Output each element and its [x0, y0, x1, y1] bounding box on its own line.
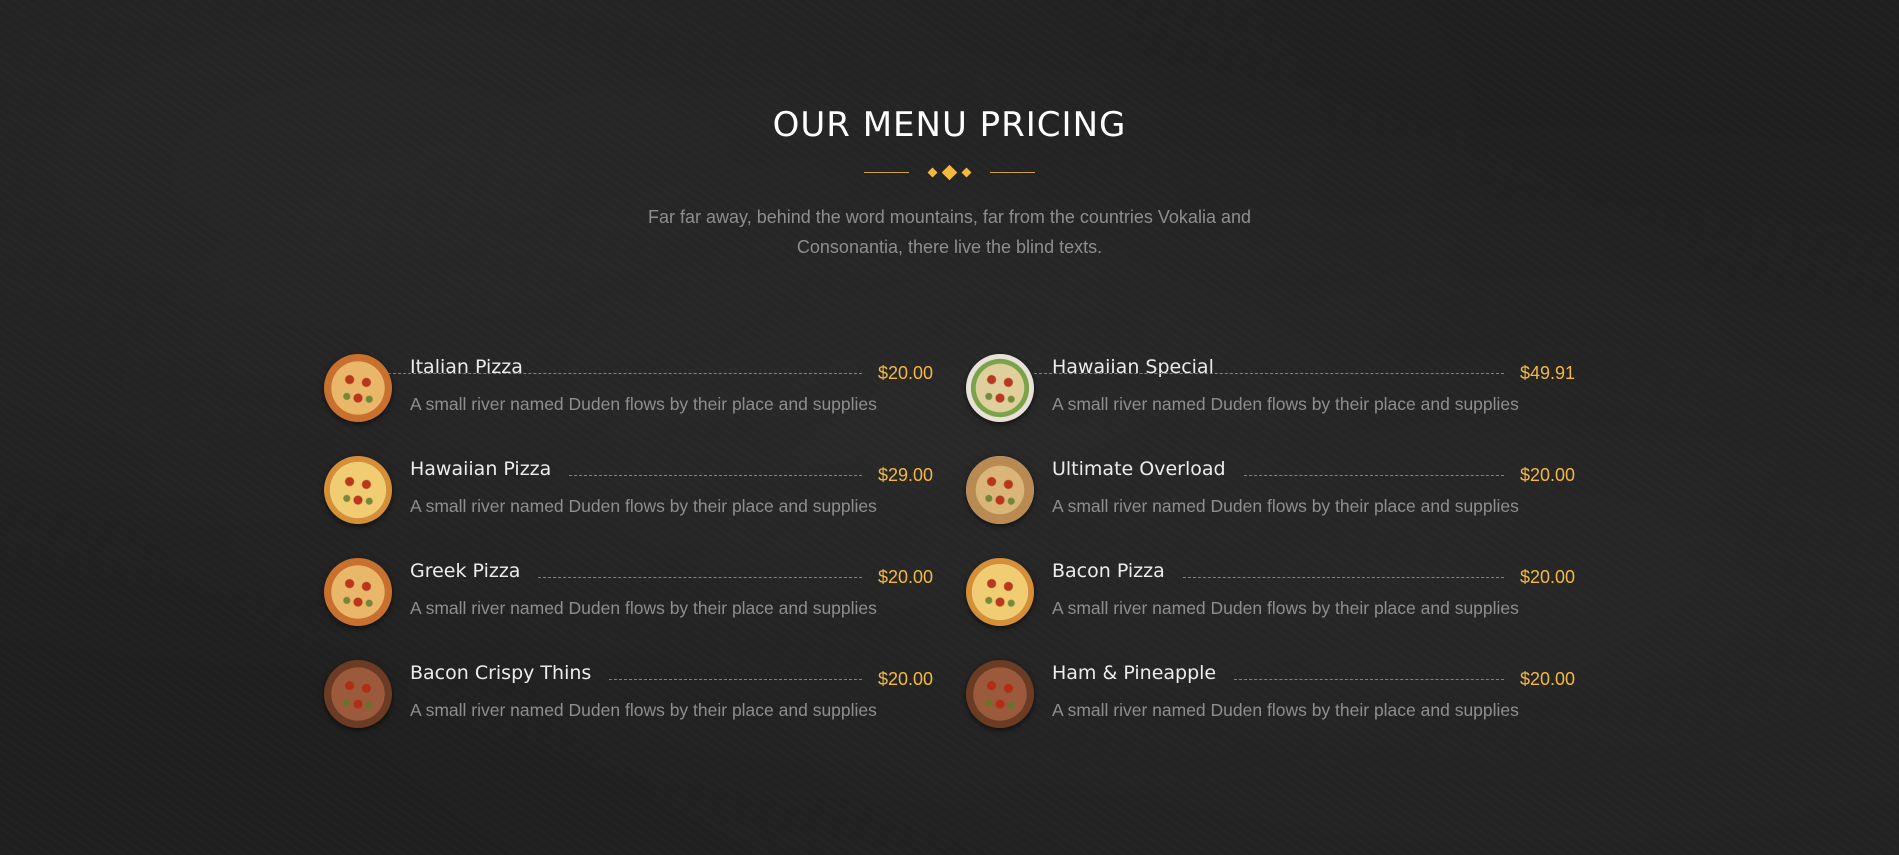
menu-item-price: $49.91	[1519, 363, 1575, 383]
menu-item-description: A small river named Duden flows by their…	[1052, 394, 1519, 414]
menu-item-name: Hawaiian Special	[1052, 356, 1214, 378]
menu-item-description: A small river named Duden flows by their…	[410, 598, 877, 618]
menu-item-name: Italian Pizza	[410, 356, 523, 378]
dotted-leader	[1182, 576, 1504, 578]
menu-item-description: A small river named Duden flows by their…	[410, 394, 877, 414]
menu-item-description: A small river named Duden flows by their…	[1052, 496, 1519, 516]
menu-item-greek-pizza[interactable]: Greek Pizza $20.00 A small river named D…	[324, 556, 933, 630]
menu-item-price: $20.00	[877, 669, 933, 689]
menu-item-description: A small river named Duden flows by their…	[1052, 598, 1519, 618]
dotted-leader	[1033, 372, 1504, 374]
menu-item-italian-pizza[interactable]: Italian Pizza $20.00 A small river named…	[324, 352, 933, 426]
dotted-leader	[538, 576, 862, 578]
menu-item-name: Greek Pizza	[410, 560, 521, 582]
menu-item-price: $29.00	[877, 465, 933, 485]
menu-item-description: A small river named Duden flows by their…	[410, 496, 877, 516]
menu-list: Italian Pizza $20.00 A small river named…	[324, 352, 1575, 732]
menu-item-price: $20.00	[1519, 465, 1575, 485]
pizza-slices-icon	[324, 354, 392, 422]
menu-item-hawaiian-special[interactable]: Hawaiian Special $49.91 A small river na…	[966, 352, 1575, 426]
menu-item-name: Bacon Crispy Thins	[410, 662, 592, 684]
divider-line-right	[990, 171, 1035, 173]
pizza-icon	[324, 660, 392, 728]
menu-item-name: Ultimate Overload	[1052, 458, 1226, 480]
menu-item-price: $20.00	[877, 567, 933, 587]
menu-item-hawaiian-pizza[interactable]: Hawaiian Pizza $29.00 A small river name…	[324, 454, 933, 528]
menu-item-price: $20.00	[1519, 567, 1575, 587]
dotted-leader	[609, 678, 862, 680]
heading-divider	[0, 162, 1899, 182]
dotted-leader	[342, 372, 862, 374]
section-subtitle: Far far away, behind the word mountains,…	[648, 207, 1251, 257]
menu-item-bacon-pizza[interactable]: Bacon Pizza $20.00 A small river named D…	[966, 556, 1575, 630]
menu-item-bacon-crispy-thins[interactable]: Bacon Crispy Thins $20.00 A small river …	[324, 658, 933, 732]
pizza-icon	[324, 456, 392, 524]
dotted-leader	[1243, 474, 1504, 476]
menu-item-name: Hawaiian Pizza	[410, 458, 552, 480]
section-heading: OUR MENU PRICING Far far away, behind th…	[0, 100, 1899, 262]
menu-item-name: Ham & Pineapple	[1052, 662, 1217, 684]
dotted-leader	[569, 474, 862, 476]
menu-item-price: $20.00	[1519, 669, 1575, 689]
menu-item-description: A small river named Duden flows by their…	[410, 700, 877, 720]
divider-line-left	[864, 171, 909, 173]
menu-item-description: A small river named Duden flows by their…	[1052, 700, 1519, 720]
dotted-leader	[1234, 678, 1504, 680]
menu-item-price: $20.00	[877, 363, 933, 383]
menu-pricing-section: OUR MENU PRICING Far far away, behind th…	[0, 0, 1899, 855]
pizza-icon	[966, 558, 1034, 626]
page-title: OUR MENU PRICING	[772, 105, 1127, 145]
pizza-plate-icon	[966, 354, 1034, 422]
menu-item-ham-pineapple[interactable]: Ham & Pineapple $20.00 A small river nam…	[966, 658, 1575, 732]
diamond-ornament-icon	[925, 164, 974, 180]
pizza-plate-icon	[966, 456, 1034, 524]
pizza-icon	[324, 558, 392, 626]
pizza-plate-icon	[966, 660, 1034, 728]
menu-item-name: Bacon Pizza	[1052, 560, 1165, 582]
menu-item-ultimate-overload[interactable]: Ultimate Overload $20.00 A small river n…	[966, 454, 1575, 528]
